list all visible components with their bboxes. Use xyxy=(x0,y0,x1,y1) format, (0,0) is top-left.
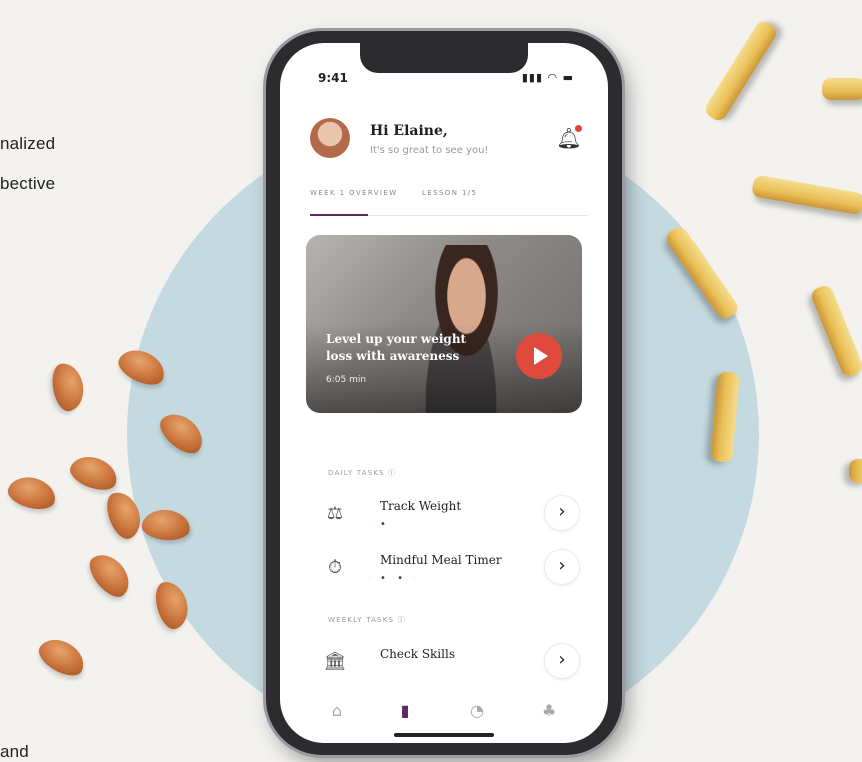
active-tab-indicator xyxy=(310,214,368,216)
status-icons: ▮▮▮ ◠ ▬ xyxy=(521,71,574,84)
task-progress-dots: • xyxy=(380,519,390,530)
building-icon: 🏛︎ xyxy=(323,651,347,672)
greeting-title: Hi Elaine, xyxy=(370,123,448,139)
page-text-line: and xyxy=(0,742,29,761)
task-progress-dots: • • xyxy=(380,573,407,584)
book-icon[interactable]: ▮ xyxy=(390,701,420,725)
almond-image xyxy=(4,472,60,514)
fry-image xyxy=(822,78,862,100)
task-title: Track Weight xyxy=(380,499,462,513)
fry-image xyxy=(849,459,862,483)
phone-notch xyxy=(360,43,528,73)
task-mindful-meal-timer[interactable]: ⏱ Mindful Meal Timer • • › xyxy=(320,549,580,589)
status-time: 9:41 xyxy=(318,71,348,85)
chevron-right-icon[interactable]: › xyxy=(544,549,580,585)
play-icon[interactable] xyxy=(516,333,562,379)
bottom-nav: ⌂ ▮ ◔ ♣ xyxy=(280,695,608,735)
video-title: Level up your weight loss with awareness xyxy=(326,332,467,363)
fry-image xyxy=(702,18,780,124)
avatar[interactable] xyxy=(310,118,350,158)
almond-image xyxy=(66,450,122,496)
chevron-right-icon[interactable]: › xyxy=(544,643,580,679)
home-indicator xyxy=(394,733,494,737)
video-card[interactable]: Level up your weight loss with awareness… xyxy=(306,235,582,413)
scale-icon: ⚖ xyxy=(326,503,344,524)
almond-image xyxy=(83,546,137,604)
chart-icon[interactable]: ◔ xyxy=(462,701,492,725)
timer-icon: ⏱ xyxy=(327,557,343,578)
almond-image xyxy=(33,632,91,682)
video-duration: 6:05 min xyxy=(326,375,367,385)
task-title: Mindful Meal Timer xyxy=(380,553,502,567)
community-icon[interactable]: ♣ xyxy=(534,701,564,725)
fry-image xyxy=(750,174,862,216)
phone-frame: 9:41 ▮▮▮ ◠ ▬ Hi Elaine, It's so great to… xyxy=(266,31,622,755)
task-track-weight[interactable]: ⚖ Track Weight • › xyxy=(320,495,580,535)
tab-lesson[interactable]: LESSON 1/5 xyxy=(422,189,477,197)
fry-image xyxy=(809,283,862,379)
home-icon[interactable]: ⌂ xyxy=(322,701,352,725)
weekly-tasks-label: WEEKLY TASKS ⓘ xyxy=(328,616,406,624)
greeting-subtitle: It's so great to see you! xyxy=(370,145,489,156)
app-screen: 9:41 ▮▮▮ ◠ ▬ Hi Elaine, It's so great to… xyxy=(280,43,608,743)
task-check-skills[interactable]: 🏛︎ Check Skills › xyxy=(320,643,580,683)
page-text-line: bective xyxy=(0,174,56,193)
chevron-right-icon[interactable]: › xyxy=(544,495,580,531)
daily-tasks-label: DAILY TASKS ⓘ xyxy=(328,469,397,477)
task-title: Check Skills xyxy=(380,647,455,661)
notification-badge xyxy=(575,125,582,132)
page-text-line: nalized xyxy=(0,134,56,153)
tab-week-overview[interactable]: WEEK 1 OVERVIEW xyxy=(310,189,398,197)
almond-image xyxy=(49,360,87,414)
tab-bar: WEEK 1 OVERVIEW LESSON 1/5 xyxy=(310,185,588,216)
